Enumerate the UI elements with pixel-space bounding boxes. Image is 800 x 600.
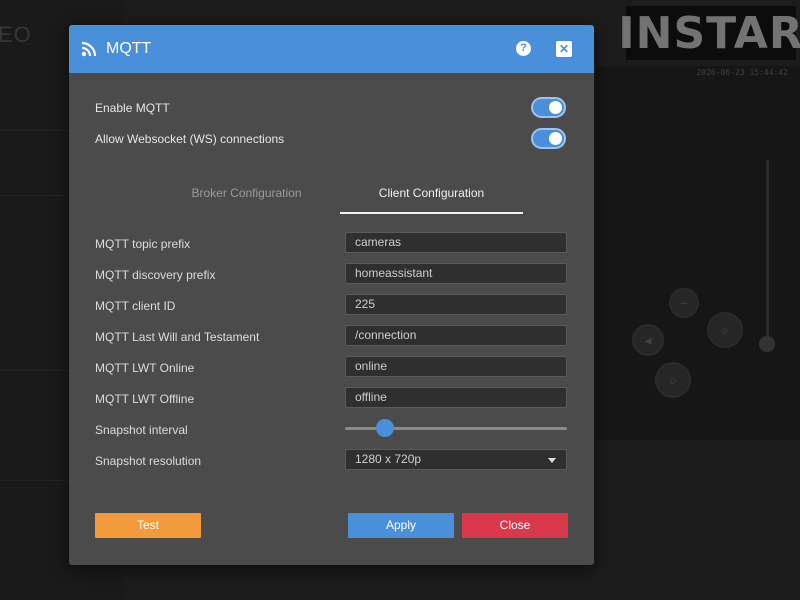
close-button[interactable]: Close (462, 513, 568, 538)
toggle-knob (549, 132, 562, 145)
lwt-offline-input[interactable]: offline (345, 387, 567, 408)
lwt-online-label: MQTT LWT Online (95, 361, 195, 375)
snapshot-resolution-value: 1280 x 720p (355, 452, 422, 466)
lwt-online-input[interactable]: online (345, 356, 567, 377)
tab-broker-configuration[interactable]: Broker Configuration (169, 186, 324, 200)
lwt-topic-input[interactable]: /connection (345, 325, 567, 346)
enable-mqtt-toggle[interactable] (531, 97, 566, 118)
websocket-label: Allow Websocket (WS) connections (95, 132, 285, 146)
test-button[interactable]: Test (95, 513, 201, 538)
topic-prefix-input[interactable]: cameras (345, 232, 567, 253)
snapshot-interval-slider-knob[interactable] (375, 419, 394, 437)
enable-mqtt-label: Enable MQTT (95, 101, 170, 115)
apply-button[interactable]: Apply (348, 513, 454, 538)
lwt-topic-label: MQTT Last Will and Testament (95, 330, 260, 344)
snapshot-interval-label: Snapshot interval (95, 423, 188, 437)
rss-icon (81, 41, 97, 57)
discovery-prefix-label: MQTT discovery prefix (95, 268, 216, 282)
discovery-prefix-input[interactable]: homeassistant (345, 263, 567, 284)
mqtt-dialog: MQTT ? ✕ Enable MQTT Allow Websocket (WS… (69, 25, 594, 565)
topic-prefix-label: MQTT topic prefix (95, 237, 191, 251)
toggle-knob (549, 101, 562, 114)
tab-client-configuration[interactable]: Client Configuration (340, 186, 523, 200)
active-tab-indicator (340, 212, 523, 214)
chevron-down-icon (548, 458, 556, 463)
dialog-header: MQTT ? ✕ (69, 25, 594, 73)
client-id-label: MQTT client ID (95, 299, 176, 313)
snapshot-resolution-label: Snapshot resolution (95, 454, 202, 468)
client-id-input[interactable]: 225 (345, 294, 567, 315)
lwt-offline-label: MQTT LWT Offline (95, 392, 195, 406)
help-icon[interactable]: ? (516, 41, 531, 56)
websocket-toggle[interactable] (531, 128, 566, 149)
close-icon[interactable]: ✕ (556, 41, 572, 57)
dialog-title: MQTT (106, 40, 152, 57)
snapshot-resolution-select[interactable]: 1280 x 720p (345, 449, 567, 470)
